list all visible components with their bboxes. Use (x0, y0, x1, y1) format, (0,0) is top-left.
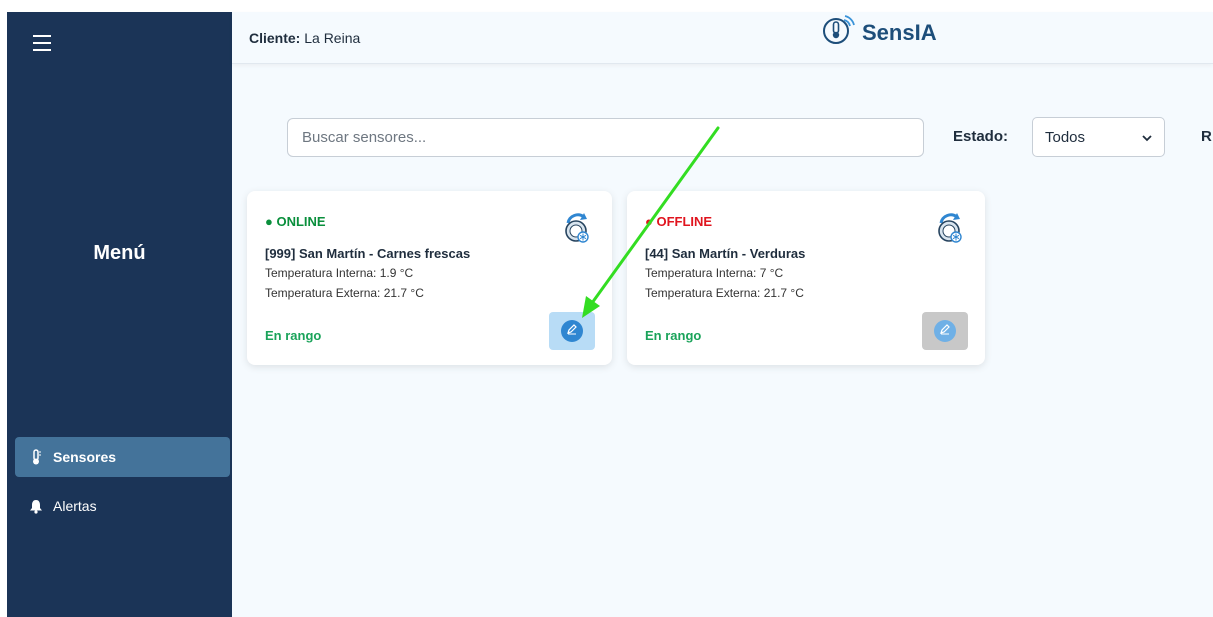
client-label: Cliente: (249, 30, 301, 46)
thermometer-wifi-icon (822, 14, 856, 51)
range-status: En rango (265, 328, 322, 343)
brand-logo: SensIA (822, 14, 937, 51)
sensor-name: [44] San Martín - Verduras (645, 246, 806, 261)
temp-internal: Temperatura Interna: 7 °C (645, 266, 784, 280)
pencil-icon (939, 322, 951, 340)
estado-select-value: Todos (1045, 128, 1086, 146)
client-name: La Reina (304, 30, 361, 46)
chevron-down-icon (1142, 129, 1152, 146)
cut-off-filter-label: R (1201, 128, 1212, 145)
menu-title: Menú (93, 242, 146, 264)
brand-name: SensIA (862, 19, 937, 45)
sensor-name: [999] San Martín - Carnes frescas (265, 246, 471, 261)
sensor-status: ● OFFLINE (645, 214, 713, 229)
edit-button[interactable] (922, 312, 968, 350)
estado-select[interactable]: Todos (1032, 117, 1165, 157)
thermometer-icon (29, 449, 43, 465)
sidebar-item-label: Sensores (53, 449, 117, 465)
edit-button[interactable] (549, 312, 595, 350)
sidebar: Menú Sensores Alertas (7, 12, 232, 617)
hamburger-menu-icon[interactable] (33, 35, 51, 51)
temp-internal: Temperatura Interna: 1.9 °C (265, 266, 414, 280)
sidebar-item-alertas[interactable]: Alertas (15, 486, 230, 526)
refrigeration-icon (937, 213, 963, 248)
refrigeration-icon (564, 213, 590, 248)
sensor-card: ● OFFLINE [44] San Martín - Verduras Tem… (627, 191, 985, 365)
bell-icon (29, 499, 43, 514)
top-bar: Cliente: La Reina SensIA (232, 12, 1213, 64)
sensor-card: ● ONLINE [999] San Martín - Carnes fresc… (247, 191, 612, 365)
temp-external: Temperatura Externa: 21.7 °C (645, 286, 804, 300)
pencil-icon (566, 322, 578, 340)
estado-label: Estado: (953, 128, 1009, 145)
sensor-status: ● ONLINE (265, 214, 326, 229)
temp-external: Temperatura Externa: 21.7 °C (265, 286, 424, 300)
main-content: Cliente: La Reina SensIA Estado: Todos R (232, 12, 1213, 617)
sidebar-item-label: Alertas (53, 498, 97, 514)
sidebar-item-sensores[interactable]: Sensores (15, 437, 230, 477)
range-status: En rango (645, 328, 702, 343)
client-info: Cliente: La Reina (249, 30, 360, 46)
search-input[interactable] (287, 118, 924, 157)
